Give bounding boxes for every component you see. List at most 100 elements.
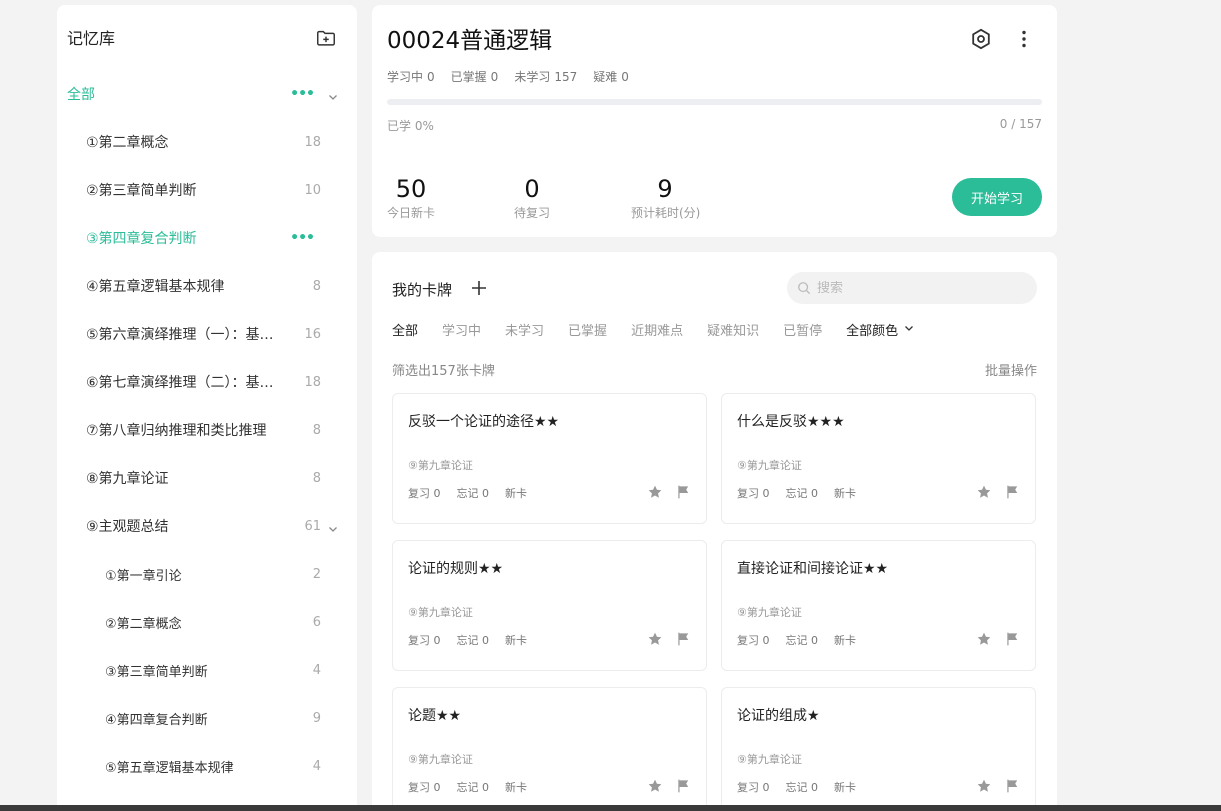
taskbar-strip (0, 805, 1221, 811)
flashcard[interactable]: 论证的规则★★ ⑨第九章论证 复习 0 忘记 0 新卡 (392, 540, 707, 671)
card-title: 直接论证和间接论证★★ (737, 561, 889, 577)
deck-stats: 学习中 0 已掌握 0 未学习 157 疑难 0 (387, 68, 629, 85)
plus-icon[interactable] (470, 279, 488, 297)
chevron-down-icon[interactable] (327, 520, 339, 532)
card-forget-count: 忘记 0 (785, 634, 819, 647)
flag-icon[interactable] (1004, 631, 1020, 647)
sidebar-item[interactable]: ④第四章复合判断 9 (57, 694, 357, 742)
sidebar-item-count: 6 (312, 614, 321, 630)
sidebar-item-label: ①第一章引论 (105, 568, 182, 584)
deck-stat-label: 学习中 (387, 70, 424, 84)
filter-tab[interactable]: 已暂停 (783, 320, 822, 339)
flashcard[interactable]: 直接论证和间接论证★★ ⑨第九章论证 复习 0 忘记 0 新卡 (721, 540, 1036, 671)
sidebar-item[interactable]: ⑦第八章归纳推理和类比推理 8 (57, 406, 357, 454)
review-stat: 0 待复习 (514, 175, 550, 221)
sidebar-item[interactable]: ⑤第五章逻辑基本规律 4 (57, 742, 357, 790)
flashcard[interactable]: 反驳一个论证的途径★★ ⑨第九章论证 复习 0 忘记 0 新卡 (392, 393, 707, 524)
card-meta: 复习 0 忘记 0 新卡 (737, 485, 856, 501)
sidebar-item[interactable]: ④第五章逻辑基本规律 8 (57, 262, 357, 310)
learned-count: 0 / 157 (999, 117, 1042, 131)
time-stat: 9 预计耗时(分) (631, 175, 700, 221)
card-deck: ⑨第九章论证 (737, 753, 802, 766)
flag-icon[interactable] (675, 484, 691, 500)
star-icon[interactable] (647, 778, 663, 794)
filter-tab[interactable]: 已掌握 (568, 320, 607, 339)
flag-icon[interactable] (1004, 484, 1020, 500)
star-icon[interactable] (976, 484, 992, 500)
flag-icon[interactable] (1004, 778, 1020, 794)
card-meta: 复习 0 忘记 0 新卡 (737, 779, 856, 795)
star-icon[interactable] (647, 631, 663, 647)
card-review-count: 复习 0 (737, 634, 770, 647)
filter-tab[interactable]: 全部 (392, 320, 418, 339)
sidebar-item-count: 16 (304, 326, 321, 342)
progress-bar (387, 99, 1042, 105)
chevron-down-icon[interactable] (327, 88, 339, 100)
time-value: 9 (657, 175, 673, 203)
sidebar-item-label: ⑤第六章演绎推理（一）：基… (86, 327, 274, 343)
new-cards-caption: 今日新卡 (387, 206, 436, 220)
sidebar-item-label: ⑧第九章论证 (86, 471, 169, 487)
card-title: 论题★★ (408, 708, 462, 724)
sidebar-item[interactable]: ②第二章概念 6 (57, 598, 357, 646)
flag-icon[interactable] (675, 631, 691, 647)
sidebar-item[interactable]: ③第三章简单判断 4 (57, 646, 357, 694)
card-forget-count: 忘记 0 (456, 781, 490, 794)
sidebar-item-label: ①第二章概念 (86, 135, 169, 151)
card-deck: ⑨第九章论证 (408, 606, 473, 619)
sidebar-item[interactable]: ③第四章复合判断 ••• (57, 214, 357, 262)
search-input[interactable] (817, 280, 1017, 296)
sidebar-item[interactable]: ⑥第七章演绎推理（二）：基… 18 (57, 358, 357, 406)
sidebar-item-label: 全部 (67, 87, 95, 103)
filter-tab[interactable]: 未学习 (505, 320, 544, 339)
deck-stat: 未学习 157 (514, 68, 577, 85)
sidebar-item[interactable]: ②第三章简单判断 10 (57, 166, 357, 214)
sidebar-item[interactable]: ①第二章概念 18 (57, 118, 357, 166)
sidebar-item-label: ④第四章复合判断 (105, 712, 208, 728)
sidebar-item[interactable]: ⑧第九章论证 8 (57, 454, 357, 502)
card-title: 论证的规则★★ (408, 561, 504, 577)
flashcard[interactable]: 论题★★ ⑨第九章论证 复习 0 忘记 0 新卡 (392, 687, 707, 811)
card-title: 反驳一个论证的途径★★ (408, 414, 560, 430)
deck-stat: 已掌握 0 (451, 68, 499, 85)
sidebar-item[interactable]: ⑤第六章演绎推理（一）：基… 16 (57, 310, 357, 358)
more-horizontal-icon[interactable]: ••• (290, 230, 315, 246)
sidebar-item[interactable]: 全部 ••• (57, 70, 357, 118)
new-cards-stat: 50 今日新卡 (387, 175, 435, 221)
sidebar-item-label: ③第三章简单判断 (105, 664, 208, 680)
card-status: 新卡 (834, 634, 856, 647)
card-status: 新卡 (505, 634, 527, 647)
sidebar-item-count: 4 (312, 758, 321, 774)
filter-tab[interactable]: 学习中 (442, 320, 481, 339)
folder-plus-icon[interactable] (315, 27, 337, 49)
color-filter-dropdown[interactable]: 全部颜色 (846, 320, 915, 339)
flashcard[interactable]: 论证的组成★ ⑨第九章论证复习 0 忘记 0 新卡 (721, 687, 1036, 811)
sidebar-item[interactable]: ①第一章引论 2 (57, 550, 357, 598)
flashcard[interactable]: 什么是反驳★★★ ⑨第九章论证 复习 0 忘记 0 新卡 (721, 393, 1036, 524)
sidebar-item-label: ⑨主观题总结 (86, 519, 169, 535)
star-icon[interactable] (976, 631, 992, 647)
batch-operation-link[interactable]: 批量操作 (985, 360, 1037, 379)
card-forget-count: 忘记 0 (456, 634, 490, 647)
review-value: 0 (524, 175, 540, 203)
sidebar-item[interactable]: ⑨主观题总结 61 (57, 502, 357, 550)
star-icon[interactable] (976, 778, 992, 794)
sidebar-item-label: ③第四章复合判断 (86, 231, 197, 247)
card-forget-count: 忘记 0 (456, 487, 490, 500)
deck-title: 00024普通逻辑 (387, 28, 553, 54)
star-icon[interactable] (647, 484, 663, 500)
filter-tab[interactable]: 疑难知识 (707, 320, 759, 339)
settings-icon[interactable] (969, 27, 993, 51)
deck-overview: 00024普通逻辑 学习中 0 已掌握 0 未学习 157 疑难 0 已学 0% 0 / 15… (372, 5, 1057, 237)
filter-tab[interactable]: 近期难点 (631, 320, 683, 339)
card-forget-count: 忘记 0 (785, 487, 819, 500)
deck-stat-label: 已掌握 (450, 70, 487, 84)
card-title: 什么是反驳★★★ (737, 414, 845, 430)
flag-icon[interactable] (675, 778, 691, 794)
start-learning-button[interactable]: 开始学习 (952, 178, 1042, 216)
more-horizontal-icon[interactable]: ••• (290, 86, 315, 102)
card-status: 新卡 (505, 487, 527, 500)
sidebar-item-count: 8 (312, 422, 321, 438)
card-title: 论证的组成★ (737, 708, 820, 724)
more-vertical-icon[interactable] (1012, 27, 1036, 51)
